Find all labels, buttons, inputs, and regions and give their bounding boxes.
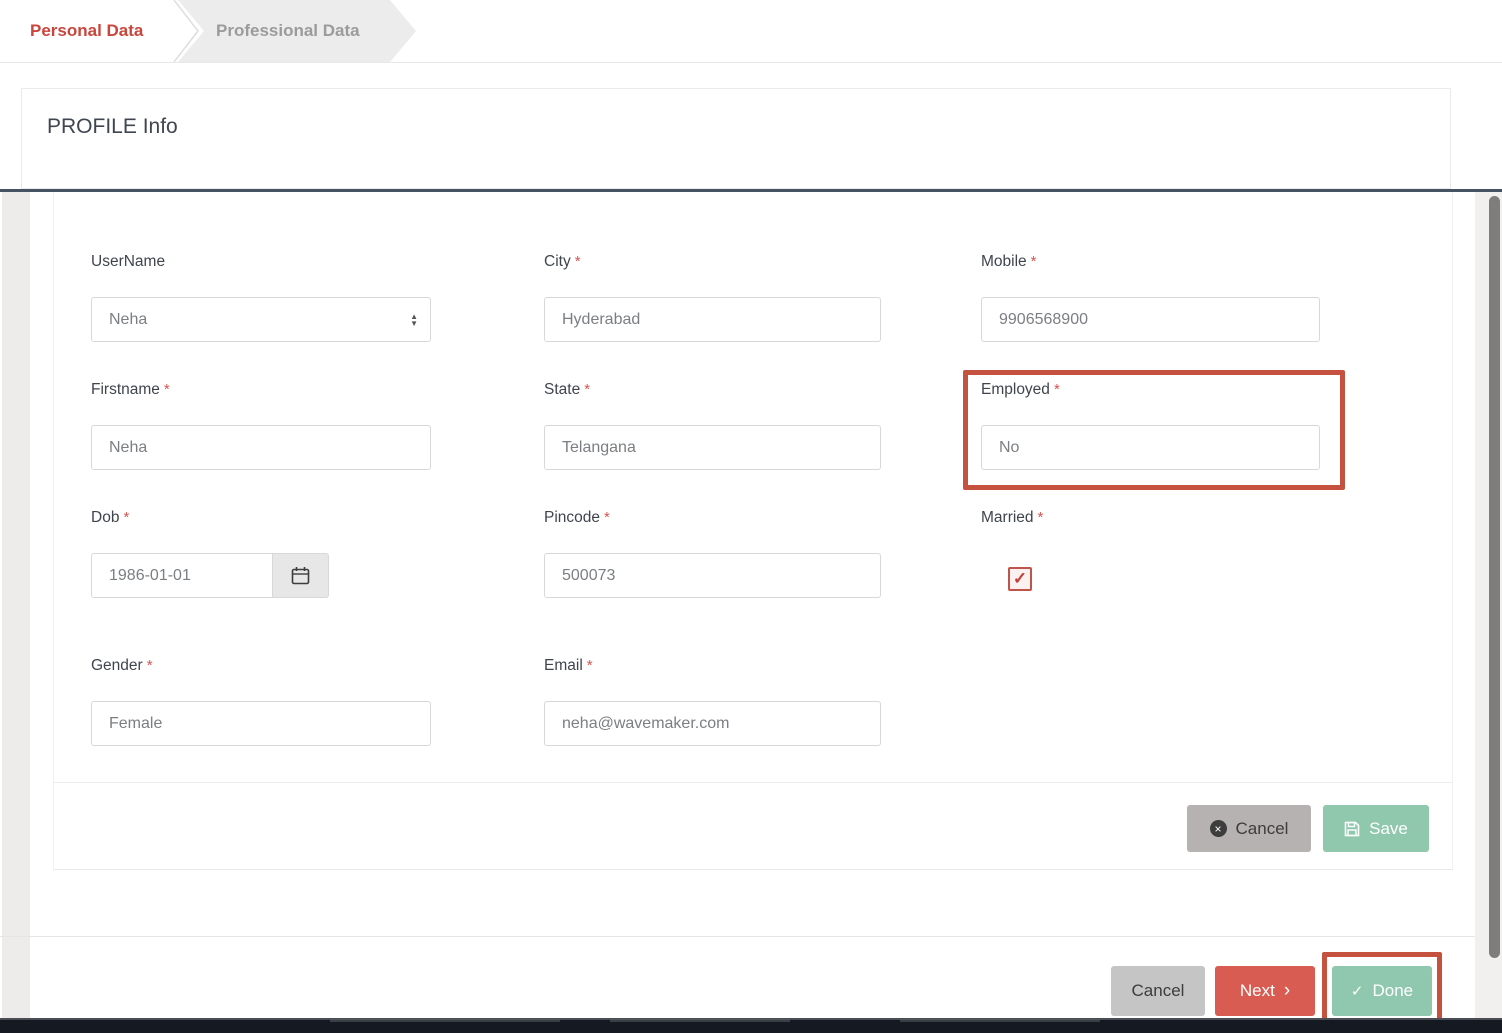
gender-input[interactable]: [91, 701, 431, 746]
username-label: UserName: [91, 253, 165, 270]
required-asterisk: *: [164, 381, 170, 398]
state-label: State: [544, 381, 580, 398]
profile-info-panel: PROFILE Info: [21, 88, 1451, 189]
married-field-group: Married* ✓: [981, 509, 1043, 591]
bottom-dark-band: [0, 1018, 1502, 1033]
close-circle-icon: ×: [1210, 820, 1227, 837]
firstname-input[interactable]: [91, 425, 431, 470]
select-arrows-icon: ▲▼: [410, 313, 418, 327]
gender-label: Gender: [91, 657, 143, 674]
tab-personal-data[interactable]: Personal Data: [0, 0, 175, 62]
dob-label: Dob: [91, 509, 119, 526]
left-edge-strip: [2, 192, 30, 1018]
employed-input[interactable]: [981, 425, 1320, 470]
form-save-label: Save: [1369, 819, 1408, 839]
email-label: Email: [544, 657, 583, 674]
firstname-field-group: Firstname*: [91, 381, 431, 470]
required-asterisk: *: [584, 381, 590, 398]
required-asterisk: *: [587, 657, 593, 674]
page-title: PROFILE Info: [47, 115, 178, 139]
scrollbar-track[interactable]: [1475, 192, 1502, 1018]
date-picker-button[interactable]: [273, 553, 329, 598]
username-field-group: UserName Neha ▲▼: [91, 253, 431, 342]
wizard-cancel-button[interactable]: Cancel: [1111, 966, 1205, 1016]
save-floppy-icon: [1344, 821, 1360, 837]
tab-professional-data-label: Professional Data: [216, 21, 360, 41]
required-asterisk: *: [147, 657, 153, 674]
wizard-next-button[interactable]: Next ›: [1215, 966, 1315, 1016]
tab-professional-data[interactable]: Professional Data: [178, 0, 416, 62]
wizard-done-button[interactable]: ✓ Done: [1332, 966, 1432, 1016]
mobile-input[interactable]: [981, 297, 1320, 342]
email-input[interactable]: [544, 701, 881, 746]
tab-personal-data-label: Personal Data: [30, 21, 143, 41]
band-smudge: [900, 1019, 1100, 1022]
required-asterisk: *: [604, 509, 610, 526]
employed-label: Employed: [981, 381, 1050, 398]
gender-field-group: Gender*: [91, 657, 431, 746]
check-icon: ✓: [1351, 982, 1364, 1000]
checkmark-icon: ✓: [1013, 569, 1027, 589]
firstname-label: Firstname: [91, 381, 160, 398]
state-field-group: State*: [544, 381, 881, 470]
band-smudge: [330, 1019, 560, 1022]
scrollbar-thumb[interactable]: [1489, 196, 1500, 958]
form-save-button[interactable]: Save: [1323, 805, 1429, 852]
form-footer-divider: [54, 782, 1452, 783]
required-asterisk: *: [1038, 509, 1044, 526]
wizard-form-page: Personal Data Professional Data PROFILE …: [0, 0, 1502, 1033]
page-footer-divider: [0, 936, 1475, 937]
username-select[interactable]: Neha ▲▼: [91, 297, 431, 342]
wizard-next-label: Next: [1240, 981, 1275, 1001]
city-label: City: [544, 253, 571, 270]
required-asterisk: *: [1031, 253, 1037, 270]
city-input[interactable]: [544, 297, 881, 342]
band-smudge: [610, 1019, 790, 1022]
pincode-field-group: Pincode*: [544, 509, 881, 598]
required-asterisk: *: [1054, 381, 1060, 398]
married-label: Married: [981, 509, 1034, 526]
form-cancel-label: Cancel: [1236, 819, 1289, 839]
dob-input[interactable]: [91, 553, 273, 598]
chevron-right-icon: ›: [1284, 981, 1290, 1000]
dob-field-group: Dob*: [91, 509, 329, 598]
wizard-cancel-label: Cancel: [1132, 981, 1185, 1001]
required-asterisk: *: [575, 253, 581, 270]
married-checkbox[interactable]: ✓: [1008, 567, 1032, 591]
required-asterisk: *: [123, 509, 129, 526]
profile-form-card: UserName Neha ▲▼ City* Mobile* Firstname…: [53, 192, 1453, 870]
mobile-label: Mobile: [981, 253, 1027, 270]
email-field-group: Email*: [544, 657, 881, 746]
state-input[interactable]: [544, 425, 881, 470]
calendar-icon: [291, 566, 310, 585]
form-cancel-button[interactable]: × Cancel: [1187, 805, 1311, 852]
mobile-field-group: Mobile*: [981, 253, 1320, 342]
username-value: Neha: [109, 311, 147, 329]
pincode-label: Pincode: [544, 509, 600, 526]
city-field-group: City*: [544, 253, 881, 342]
wizard-done-label: Done: [1372, 981, 1413, 1001]
employed-field-group: Employed*: [981, 381, 1320, 470]
pincode-input[interactable]: [544, 553, 881, 598]
wizard-step-bar: Personal Data Professional Data: [0, 0, 1502, 63]
